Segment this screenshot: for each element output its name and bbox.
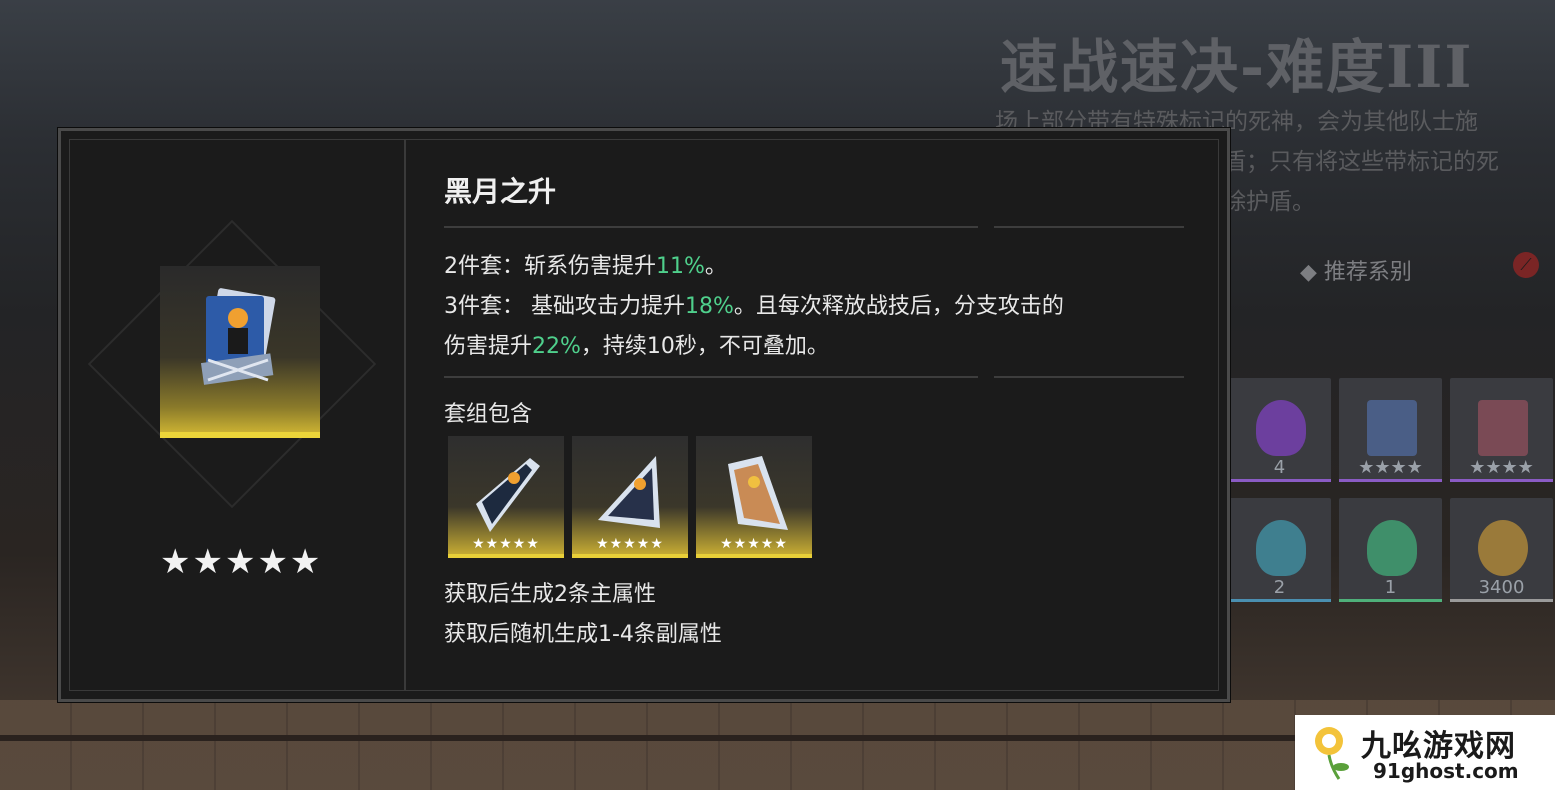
main-stat-note: 获取后生成2条主属性 — [444, 582, 656, 607]
set2-text: 斩系伤害提升 — [524, 254, 657, 279]
set-piece[interactable]: ★★★★★ — [572, 436, 688, 558]
reward-stars: ★★★★ — [1469, 457, 1534, 478]
item-info: 黑月之升 2件套：斩系伤害提升11%。 3件套： 基础攻击力提升18%。且每次释… — [444, 140, 1218, 690]
slash-type-icon[interactable]: ⟋ — [1513, 252, 1539, 278]
reward-grid: 4 ★★★★ ★★★★ 2 1 3400 — [1228, 378, 1555, 608]
reward-item[interactable]: ★★★★ — [1450, 378, 1553, 482]
set3-value: 18% — [685, 294, 734, 319]
set2-label: 2件套： — [444, 254, 524, 279]
panel-frame: ★★★★★ 黑月之升 2件套：斩系伤害提升11%。 3件套： 基础攻击力提升18… — [69, 139, 1219, 691]
railing-decoration — [0, 735, 1300, 741]
set3-line2-text: 伤害提升 — [444, 334, 533, 359]
reward-count: 2 — [1273, 577, 1286, 598]
site-watermark: 九吆游戏网 91ghost.com — [1295, 715, 1555, 790]
piece-stars: ★★★★★ — [472, 536, 540, 552]
set-card-icon — [200, 288, 276, 385]
card-icon — [1478, 400, 1528, 456]
reward-stars: ★★★★ — [1358, 457, 1423, 478]
set3-line2-end: ，持续10秒，不可叠加。 — [580, 334, 829, 359]
divider — [994, 376, 1184, 378]
item-detail-panel: ★★★★★ 黑月之升 2件套：斩系伤害提升11%。 3件套： 基础攻击力提升18… — [58, 128, 1230, 702]
reward-count: 1 — [1384, 577, 1397, 598]
potion-icon — [1256, 520, 1306, 576]
item-preview: ★★★★★ — [70, 140, 406, 690]
divider — [994, 226, 1184, 228]
recommend-label: ◆ 推荐系别 — [1300, 260, 1412, 285]
watermark-url: 91ghost.com — [1373, 759, 1519, 783]
reward-count: 3400 — [1478, 577, 1525, 598]
set2-end: 。 — [704, 254, 727, 279]
shard-icon — [728, 456, 788, 530]
set3-line2-value: 22% — [532, 334, 581, 359]
set-contents-label: 套组包含 — [444, 402, 533, 427]
potion-icon — [1367, 520, 1417, 576]
item-card — [160, 266, 320, 438]
stage-title: 速战速决-难度III — [1000, 33, 1474, 101]
card-icon — [1367, 400, 1417, 456]
set-bonus-3: 3件套： 基础攻击力提升18%。且每次释放战技后，分支攻击的 — [444, 288, 1064, 320]
piece-stars: ★★★★★ — [720, 536, 788, 552]
dandelion-logo-icon — [1315, 727, 1349, 780]
reward-item[interactable]: 4 — [1228, 378, 1331, 482]
reward-count: 4 — [1273, 457, 1286, 478]
set-piece[interactable]: ★★★★★ — [448, 436, 564, 558]
set3-text2: 。且每次释放战技后，分支攻击的 — [733, 294, 1064, 319]
shard-icon — [476, 458, 540, 532]
shard-icon — [598, 456, 660, 528]
set-piece[interactable]: ★★★★★ — [696, 436, 812, 558]
set2-value: 11% — [656, 254, 705, 279]
item-name: 黑月之升 — [444, 175, 557, 208]
rarity-stars: ★★★★★ — [160, 542, 323, 582]
set3-text: 基础攻击力提升 — [531, 294, 686, 319]
set3-label: 3件套： — [444, 294, 524, 319]
divider — [444, 226, 978, 228]
divider — [444, 376, 978, 378]
reward-item[interactable]: 2 — [1228, 498, 1331, 602]
recommend-text: 推荐系别 — [1323, 260, 1412, 285]
reward-item[interactable]: 1 — [1339, 498, 1442, 602]
sub-stat-note: 获取后随机生成1-4条副属性 — [444, 622, 722, 647]
coin-icon — [1478, 520, 1528, 576]
piece-stars: ★★★★★ — [596, 536, 664, 552]
potion-icon — [1256, 400, 1306, 456]
reward-item[interactable]: ★★★★ — [1339, 378, 1442, 482]
set-bonus-2: 2件套：斩系伤害提升11%。 — [444, 248, 727, 280]
set-bonus-3-line2: 伤害提升22%，持续10秒，不可叠加。 — [444, 328, 829, 360]
reward-item[interactable]: 3400 — [1450, 498, 1553, 602]
